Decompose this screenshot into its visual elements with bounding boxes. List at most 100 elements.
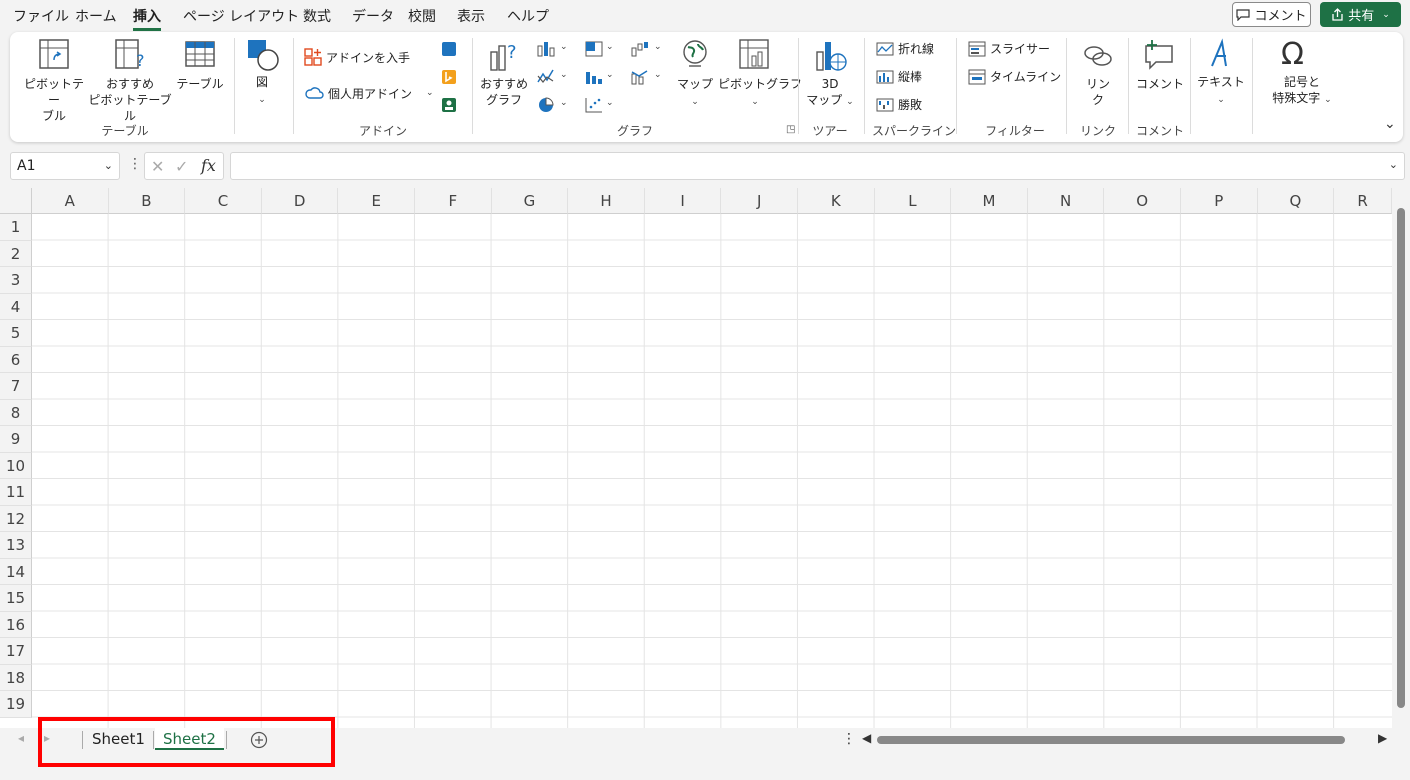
3d-map-button[interactable]: 3D マップ ⌄ — [806, 76, 854, 110]
vertical-scrollbar[interactable] — [1392, 188, 1410, 728]
row-header[interactable]: 7 — [0, 373, 32, 400]
cancel-icon[interactable]: ✕ — [151, 157, 164, 176]
row-header[interactable]: 17 — [0, 638, 32, 665]
column-header[interactable]: A — [32, 188, 109, 214]
people-graph-icon[interactable] — [440, 96, 458, 114]
chevron-down-icon[interactable]: ⌄ — [560, 42, 568, 52]
chevron-down-icon[interactable]: ⌄ — [560, 98, 568, 108]
tab-home[interactable]: ホーム — [75, 6, 117, 26]
waterfall-chart-icon[interactable] — [630, 40, 650, 58]
vertical-scroll-thumb[interactable] — [1397, 208, 1405, 708]
enter-icon[interactable]: ✓ — [175, 157, 188, 176]
column-header[interactable]: D — [261, 188, 339, 214]
row-header[interactable]: 15 — [0, 585, 32, 612]
row-header[interactable]: 3 — [0, 267, 32, 294]
tab-formulas[interactable]: 数式 — [303, 6, 331, 26]
scroll-left-icon[interactable]: ◀ — [862, 731, 871, 745]
visio-icon[interactable] — [440, 40, 458, 58]
column-header[interactable]: Q — [1257, 188, 1335, 214]
sparkline-column-button[interactable]: 縦棒 — [876, 68, 922, 85]
chevron-down-icon[interactable]: ⌄ — [606, 70, 614, 80]
chevron-down-icon[interactable]: ⌄ — [1382, 10, 1390, 20]
scroll-right-icon[interactable]: ▶ — [1378, 731, 1387, 745]
more-options-icon[interactable]: ⋮ — [842, 731, 856, 747]
chevron-down-icon[interactable]: ⌄ — [560, 70, 568, 80]
select-all-button[interactable] — [0, 188, 32, 214]
row-header[interactable]: 9 — [0, 426, 32, 453]
row-header[interactable]: 16 — [0, 611, 32, 638]
name-box[interactable]: A1 ⌄ — [10, 152, 120, 180]
column-header[interactable]: F — [415, 188, 492, 214]
cell-area[interactable] — [32, 214, 1392, 728]
column-header[interactable]: L — [874, 188, 952, 214]
row-header[interactable]: 8 — [0, 399, 32, 426]
column-header[interactable]: N — [1027, 188, 1105, 214]
statistic-chart-icon[interactable] — [584, 68, 604, 86]
text-button[interactable]: テキスト ⌄ — [1196, 74, 1246, 108]
bing-maps-icon[interactable] — [440, 68, 458, 86]
column-header[interactable]: P — [1181, 188, 1258, 214]
slicer-button[interactable]: スライサー — [968, 40, 1050, 57]
scroll-left-icon[interactable]: ◂ — [18, 731, 24, 745]
tab-data[interactable]: データ — [352, 6, 394, 26]
row-header[interactable]: 1 — [0, 214, 32, 241]
sparkline-line-button[interactable]: 折れ線 — [876, 40, 934, 57]
column-header[interactable]: I — [644, 188, 722, 214]
row-header[interactable]: 14 — [0, 558, 32, 585]
column-header[interactable]: M — [951, 188, 1028, 214]
combo-chart-icon[interactable] — [630, 68, 650, 86]
row-header[interactable]: 18 — [0, 664, 32, 691]
column-header[interactable]: R — [1334, 188, 1392, 214]
row-header[interactable]: 11 — [0, 479, 32, 506]
column-header[interactable]: O — [1104, 188, 1181, 214]
row-header[interactable]: 5 — [0, 320, 32, 347]
tab-insert[interactable]: 挿入 — [133, 6, 161, 31]
link-button[interactable]: リン ク — [1082, 76, 1114, 108]
horizontal-scroll-thumb[interactable] — [877, 736, 1345, 744]
column-header[interactable]: E — [338, 188, 415, 214]
row-header[interactable]: 12 — [0, 505, 32, 532]
row-header[interactable]: 13 — [0, 532, 32, 559]
formula-input[interactable]: ⌄ — [230, 152, 1405, 180]
line-chart-icon[interactable] — [536, 68, 556, 86]
figure-button[interactable]: 図 ⌄ — [250, 74, 274, 108]
recommended-charts-button[interactable]: おすすめ グラフ — [478, 76, 530, 108]
recommended-pivot-button[interactable]: おすすめ ピボットテーブル — [88, 76, 172, 124]
more-options-icon[interactable]: ⋮ — [128, 156, 142, 172]
chevron-down-icon[interactable]: ⌄ — [606, 42, 614, 52]
tab-view[interactable]: 表示 — [457, 6, 485, 26]
column-chart-icon[interactable] — [536, 40, 556, 58]
tab-help[interactable]: ヘルプ — [507, 6, 549, 26]
column-header[interactable]: H — [568, 188, 645, 214]
tab-review[interactable]: 校閲 — [408, 6, 436, 26]
my-addins-button[interactable]: 個人用アドイン ⌄ — [304, 84, 434, 102]
comments-button[interactable]: コメント — [1232, 2, 1311, 27]
comment-button[interactable]: コメント — [1134, 76, 1186, 92]
table-button[interactable]: テーブル — [174, 76, 226, 92]
chevron-down-icon[interactable]: ⌄ — [104, 159, 113, 172]
column-header[interactable]: K — [798, 188, 875, 214]
pivot-chart-button[interactable]: ピボットグラフ ⌄ — [718, 76, 802, 110]
row-header[interactable]: 2 — [0, 240, 32, 267]
pie-chart-icon[interactable] — [536, 96, 556, 114]
share-button[interactable]: 共有 ⌄ — [1320, 2, 1401, 27]
scatter-chart-icon[interactable] — [584, 96, 604, 114]
maps-button[interactable]: マップ ⌄ — [674, 76, 716, 110]
ribbon-collapse-icon[interactable]: ⌄ — [1384, 116, 1396, 132]
column-header[interactable]: J — [721, 188, 798, 214]
tab-page-layout[interactable]: ページ レイアウト — [183, 6, 299, 26]
sparkline-winloss-button[interactable]: 勝敗 — [876, 96, 922, 113]
row-header[interactable]: 19 — [0, 691, 32, 718]
chevron-down-icon[interactable]: ⌄ — [654, 42, 662, 52]
column-header[interactable]: C — [185, 188, 262, 214]
timeline-button[interactable]: タイムライン — [968, 68, 1061, 85]
chevron-down-icon[interactable]: ⌄ — [1389, 158, 1398, 171]
dialog-launcher-icon[interactable]: ◳ — [786, 124, 795, 135]
tab-file[interactable]: ファイル — [13, 6, 69, 26]
row-header[interactable]: 4 — [0, 293, 32, 320]
get-addins-button[interactable]: アドインを入手 — [304, 48, 410, 66]
column-header[interactable]: G — [491, 188, 569, 214]
row-header[interactable]: 6 — [0, 346, 32, 373]
hierarchy-chart-icon[interactable] — [584, 40, 604, 58]
chevron-down-icon[interactable]: ⌄ — [654, 70, 662, 80]
